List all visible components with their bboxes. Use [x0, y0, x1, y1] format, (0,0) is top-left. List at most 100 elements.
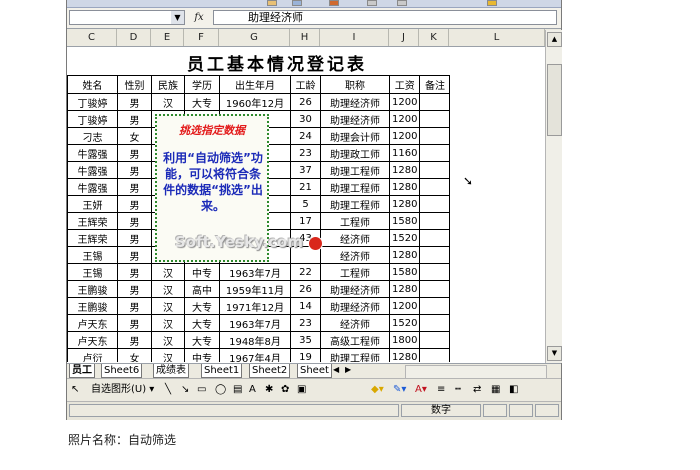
- table-cell[interactable]: 助理工程师: [320, 178, 390, 196]
- table-header-cell[interactable]: 学历: [184, 75, 220, 94]
- table-cell[interactable]: [419, 93, 451, 111]
- table-cell[interactable]: 男: [117, 161, 152, 179]
- table-cell[interactable]: 汉: [151, 263, 185, 281]
- table-cell[interactable]: 中专: [184, 263, 220, 281]
- table-cell[interactable]: [419, 348, 451, 362]
- table-cell[interactable]: 1280: [388, 280, 421, 298]
- table-cell[interactable]: 汉: [151, 280, 185, 298]
- table-header-cell[interactable]: 姓名: [67, 75, 118, 94]
- table-cell[interactable]: [419, 144, 451, 162]
- tab-scroll-left-icon[interactable]: ◀: [333, 365, 339, 374]
- table-cell[interactable]: 5: [290, 195, 321, 213]
- table-cell[interactable]: 17: [290, 212, 321, 230]
- arrow-style-icon[interactable]: ⇄: [473, 384, 481, 396]
- table-cell[interactable]: 助理工程师: [320, 348, 390, 362]
- table-header-cell[interactable]: 出生年月: [219, 75, 291, 94]
- table-cell[interactable]: 汉: [151, 314, 185, 332]
- table-cell[interactable]: 1200: [388, 93, 421, 111]
- table-cell[interactable]: [419, 331, 451, 349]
- table-cell[interactable]: 卢衍: [67, 348, 118, 362]
- table-cell[interactable]: [419, 280, 451, 298]
- formula-input[interactable]: 助理经济师: [213, 10, 557, 25]
- table-cell[interactable]: 高级工程师: [320, 331, 390, 349]
- table-cell[interactable]: [419, 246, 451, 264]
- table-cell[interactable]: 男: [117, 280, 152, 298]
- table-header-cell[interactable]: 工龄: [290, 75, 321, 94]
- table-cell[interactable]: 刁志: [67, 127, 118, 145]
- table-cell[interactable]: 助理工程师: [320, 195, 390, 213]
- name-box[interactable]: ▼: [69, 10, 185, 25]
- picture-icon[interactable]: ▣: [297, 384, 306, 396]
- table-cell[interactable]: 1948年8月: [219, 331, 291, 349]
- table-cell[interactable]: [419, 314, 451, 332]
- table-cell[interactable]: 汉: [151, 348, 185, 362]
- fill-color-icon[interactable]: ◆▾: [371, 384, 384, 396]
- table-cell[interactable]: 高中: [184, 280, 220, 298]
- table-cell[interactable]: 助理经济师: [320, 297, 390, 315]
- table-cell[interactable]: 经济师: [320, 229, 390, 247]
- table-cell[interactable]: 19: [290, 348, 321, 362]
- toolbar-icon[interactable]: [487, 0, 497, 6]
- sheet-tab[interactable]: Sheet1: [201, 364, 243, 378]
- table-cell[interactable]: 丁骏婷: [67, 110, 118, 128]
- sheet-tab[interactable]: 员工: [69, 364, 95, 378]
- table-cell[interactable]: 大专: [184, 314, 220, 332]
- select-objects-icon[interactable]: ↖: [71, 384, 79, 396]
- table-cell[interactable]: 1963年7月: [219, 263, 291, 281]
- table-cell[interactable]: 助理政工师: [320, 144, 390, 162]
- table-cell[interactable]: 牛露强: [67, 144, 118, 162]
- table-cell[interactable]: 1580: [388, 263, 421, 281]
- table-cell[interactable]: [419, 229, 451, 247]
- table-cell[interactable]: 男: [117, 246, 152, 264]
- column-header-e[interactable]: E: [151, 29, 184, 46]
- line-tool-icon[interactable]: ╲: [165, 384, 171, 396]
- scroll-down-icon[interactable]: ▼: [547, 346, 562, 361]
- toolbar-icon[interactable]: [267, 0, 277, 6]
- sheet-tab[interactable]: Sheet: [297, 364, 332, 378]
- table-cell[interactable]: 王妍: [67, 195, 118, 213]
- table-cell[interactable]: 工程师: [320, 212, 390, 230]
- horizontal-scrollbar[interactable]: [405, 365, 547, 379]
- table-cell[interactable]: 1960年12月: [219, 93, 291, 111]
- wordart-icon[interactable]: A: [249, 384, 256, 396]
- table-cell[interactable]: 14: [290, 297, 321, 315]
- table-cell[interactable]: [419, 263, 451, 281]
- table-cell[interactable]: 21: [290, 178, 321, 196]
- line-style-icon[interactable]: ≡: [437, 384, 445, 396]
- table-cell[interactable]: 助理会计师: [320, 127, 390, 145]
- toolbar-icon[interactable]: [329, 0, 339, 6]
- table-cell[interactable]: 助理工程师: [320, 161, 390, 179]
- sheet-tab[interactable]: Sheet6: [101, 364, 143, 378]
- table-cell[interactable]: 1959年11月: [219, 280, 291, 298]
- autoshapes-menu[interactable]: 自选图形(U) ▾: [91, 384, 154, 396]
- fx-icon[interactable]: fx: [190, 10, 208, 25]
- table-cell[interactable]: 1280: [388, 246, 421, 264]
- table-cell[interactable]: 1280: [388, 161, 421, 179]
- table-cell[interactable]: 大专: [184, 297, 220, 315]
- table-cell[interactable]: 助理经济师: [320, 93, 390, 111]
- column-header-f[interactable]: F: [184, 29, 219, 46]
- scroll-up-icon[interactable]: ▲: [547, 32, 562, 47]
- table-cell[interactable]: 王辉荣: [67, 229, 118, 247]
- arrow-tool-icon[interactable]: ↘: [181, 384, 189, 396]
- table-cell[interactable]: 汉: [151, 93, 185, 111]
- column-header-j[interactable]: J: [389, 29, 419, 46]
- table-cell[interactable]: 1520: [388, 314, 421, 332]
- tab-scroll-right-icon[interactable]: ▶: [345, 365, 351, 374]
- table-cell[interactable]: 中专: [184, 348, 220, 362]
- sheet-tab[interactable]: 成绩表: [153, 364, 189, 378]
- oval-tool-icon[interactable]: ◯: [215, 384, 226, 396]
- table-cell[interactable]: 男: [117, 331, 152, 349]
- shadow-style-icon[interactable]: ▦: [491, 384, 500, 396]
- table-cell[interactable]: 经济师: [320, 246, 390, 264]
- table-cell[interactable]: 1963年7月: [219, 314, 291, 332]
- table-cell[interactable]: 牛露强: [67, 178, 118, 196]
- table-cell[interactable]: 男: [117, 195, 152, 213]
- table-cell[interactable]: 王辉荣: [67, 212, 118, 230]
- table-header-cell[interactable]: 备注: [419, 75, 451, 94]
- table-cell[interactable]: 男: [117, 297, 152, 315]
- table-cell[interactable]: 1967年4月: [219, 348, 291, 362]
- table-cell[interactable]: 王锡: [67, 246, 118, 264]
- table-cell[interactable]: 助理经济师: [320, 280, 390, 298]
- toolbar-icon[interactable]: [397, 0, 407, 6]
